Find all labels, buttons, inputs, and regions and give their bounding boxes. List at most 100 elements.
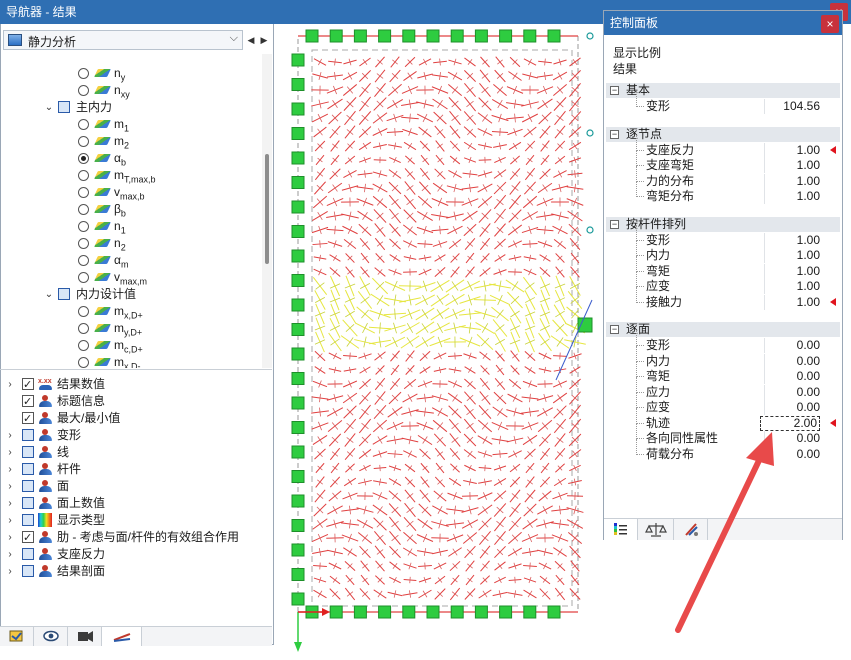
collapse-icon[interactable]: ⌄ bbox=[44, 99, 54, 116]
result-radio[interactable] bbox=[78, 221, 89, 232]
prev-arrow-icon[interactable]: ◀ bbox=[245, 30, 257, 50]
tab-views[interactable] bbox=[68, 627, 102, 646]
result-radio[interactable] bbox=[78, 85, 89, 96]
support-node[interactable] bbox=[475, 606, 487, 618]
result-radio-item[interactable]: nxy bbox=[0, 82, 262, 99]
support-node[interactable] bbox=[292, 471, 304, 483]
support-node[interactable] bbox=[292, 103, 304, 115]
display-option-item[interactable]: ›x.xx结果数值 bbox=[0, 376, 272, 393]
result-radio[interactable] bbox=[78, 357, 89, 368]
property-row[interactable]: 应变0.00 bbox=[606, 400, 840, 415]
display-option-item[interactable]: 标题信息 bbox=[0, 393, 272, 410]
support-node[interactable] bbox=[379, 606, 391, 618]
result-radio[interactable] bbox=[78, 323, 89, 334]
expand-icon[interactable]: › bbox=[5, 461, 15, 478]
property-value[interactable]: 104.56 bbox=[760, 99, 820, 114]
expand-icon[interactable]: › bbox=[5, 427, 15, 444]
tab-results[interactable] bbox=[102, 627, 142, 646]
option-checkbox[interactable] bbox=[22, 429, 34, 441]
result-radio-item[interactable]: my,D+ bbox=[0, 320, 262, 337]
support-node[interactable] bbox=[524, 30, 536, 42]
property-value[interactable]: 0.00 bbox=[760, 385, 820, 400]
support-node[interactable] bbox=[548, 30, 560, 42]
property-row[interactable]: 弯矩0.00 bbox=[606, 369, 840, 384]
property-value[interactable]: 0.00 bbox=[760, 338, 820, 353]
property-row[interactable]: 应变1.00 bbox=[606, 279, 840, 294]
property-row[interactable]: 变形0.00 bbox=[606, 338, 840, 353]
option-checkbox[interactable] bbox=[22, 531, 34, 543]
property-row[interactable]: 弯矩1.00 bbox=[606, 264, 840, 279]
property-value[interactable]: 1.00 bbox=[760, 158, 820, 173]
support-node[interactable] bbox=[292, 422, 304, 434]
property-row[interactable]: 力的分布1.00 bbox=[606, 174, 840, 189]
option-checkbox[interactable] bbox=[22, 446, 34, 458]
support-node[interactable] bbox=[475, 30, 487, 42]
expand-icon[interactable]: › bbox=[5, 512, 15, 529]
option-checkbox[interactable] bbox=[22, 514, 34, 526]
scrollbar-thumb[interactable] bbox=[265, 154, 269, 264]
support-node[interactable] bbox=[292, 54, 304, 66]
property-section[interactable]: −逐面 bbox=[606, 322, 840, 337]
display-option-item[interactable]: ›线 bbox=[0, 444, 272, 461]
collapse-icon[interactable]: − bbox=[610, 130, 619, 139]
tree-group[interactable]: ⌄主内力 bbox=[0, 99, 262, 116]
collapse-icon[interactable]: − bbox=[610, 220, 619, 229]
property-section[interactable]: −按杆件排列 bbox=[606, 217, 840, 232]
result-radio-item[interactable]: βb bbox=[0, 201, 262, 218]
navigator-scrollbar[interactable] bbox=[262, 54, 272, 368]
result-radio-item[interactable]: m2 bbox=[0, 133, 262, 150]
result-radio-item[interactable]: ny bbox=[0, 65, 262, 82]
tab-display[interactable] bbox=[34, 627, 68, 646]
property-row[interactable]: 内力0.00 bbox=[606, 354, 840, 369]
result-radio-item[interactable]: mx,D- bbox=[0, 354, 262, 368]
display-option-item[interactable]: ›显示类型 bbox=[0, 512, 272, 529]
collapse-icon[interactable]: ⌄ bbox=[44, 286, 54, 303]
result-radio-item[interactable]: mx,D+ bbox=[0, 303, 262, 320]
display-option-item[interactable]: ›肋 - 考虑与面/杆件的有效组合作用 bbox=[0, 529, 272, 546]
trajectory-plot[interactable] bbox=[276, 0, 606, 657]
support-node[interactable] bbox=[427, 606, 439, 618]
support-node[interactable] bbox=[292, 128, 304, 140]
support-node[interactable] bbox=[427, 30, 439, 42]
next-arrow-icon[interactable]: ▶ bbox=[258, 30, 270, 50]
option-checkbox[interactable] bbox=[22, 480, 34, 492]
property-row[interactable]: 支座弯矩1.00 bbox=[606, 158, 840, 173]
expand-icon[interactable]: › bbox=[5, 495, 15, 512]
support-node[interactable] bbox=[578, 318, 592, 332]
property-row[interactable]: 变形104.56 bbox=[606, 99, 840, 114]
property-value[interactable]: 1.00 bbox=[760, 143, 820, 158]
result-radio[interactable] bbox=[78, 153, 89, 164]
display-option-item[interactable]: ›面 bbox=[0, 478, 272, 495]
support-node[interactable] bbox=[330, 30, 342, 42]
collapse-icon[interactable]: − bbox=[610, 325, 619, 334]
support-node[interactable] bbox=[524, 606, 536, 618]
group-checkbox[interactable] bbox=[58, 288, 70, 300]
result-radio[interactable] bbox=[78, 119, 89, 130]
panel-divider[interactable] bbox=[0, 369, 272, 370]
property-value[interactable]: 1.00 bbox=[760, 264, 820, 279]
support-node[interactable] bbox=[451, 30, 463, 42]
display-option-item[interactable]: ›支座反力 bbox=[0, 546, 272, 563]
support-node[interactable] bbox=[292, 226, 304, 238]
property-row[interactable]: 支座反力1.00 bbox=[606, 143, 840, 158]
display-option-item[interactable]: 最大/最小值 bbox=[0, 410, 272, 427]
tab-data[interactable] bbox=[0, 627, 34, 646]
property-value[interactable]: 1.00 bbox=[760, 233, 820, 248]
property-row[interactable]: 应力0.00 bbox=[606, 385, 840, 400]
support-node[interactable] bbox=[403, 606, 415, 618]
display-option-item[interactable]: ›结果剖面 bbox=[0, 563, 272, 580]
tab-color-scale[interactable] bbox=[604, 519, 638, 540]
display-option-item[interactable]: ›变形 bbox=[0, 427, 272, 444]
result-radio[interactable] bbox=[78, 204, 89, 215]
support-node[interactable] bbox=[500, 606, 512, 618]
collapse-icon[interactable]: − bbox=[610, 86, 619, 95]
support-node[interactable] bbox=[292, 79, 304, 91]
expand-icon[interactable]: › bbox=[5, 563, 15, 580]
display-option-item[interactable]: ›杆件 bbox=[0, 461, 272, 478]
result-radio[interactable] bbox=[78, 187, 89, 198]
property-row[interactable]: 变形1.00 bbox=[606, 233, 840, 248]
result-radio-item[interactable]: n2 bbox=[0, 235, 262, 252]
property-value[interactable]: 1.00 bbox=[760, 279, 820, 294]
support-node[interactable] bbox=[292, 299, 304, 311]
support-node[interactable] bbox=[292, 324, 304, 336]
